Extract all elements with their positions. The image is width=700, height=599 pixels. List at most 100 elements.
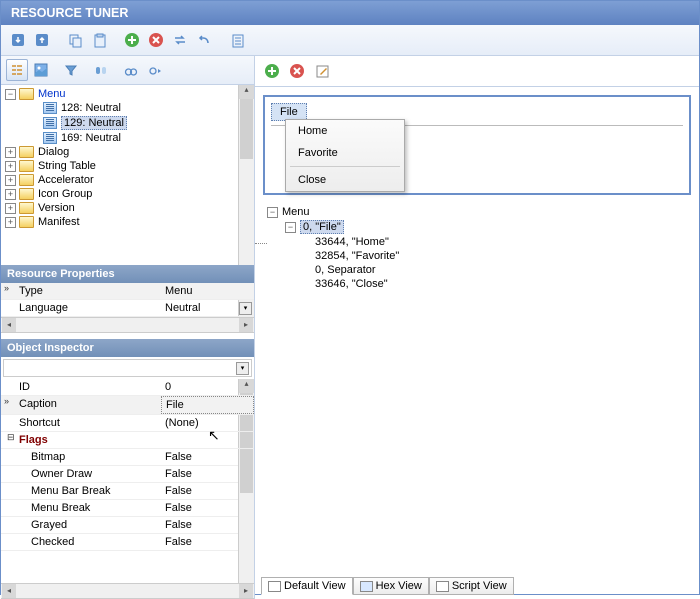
mt-node-sep[interactable]: 0, Separator [315, 264, 376, 276]
add-icon[interactable] [261, 60, 283, 82]
flag-name: Checked [1, 534, 161, 550]
list-icon[interactable] [226, 29, 248, 51]
tree-leaf[interactable]: 169: Neutral [61, 132, 121, 144]
collapse-icon[interactable]: − [267, 207, 278, 218]
find-next-icon[interactable] [144, 59, 166, 81]
scroll-right-icon[interactable]: ▸ [239, 318, 253, 332]
resource-tree[interactable]: ▴ − Menu 128: Neutral 129: Neutral 169: N… [1, 85, 254, 265]
view-tabs: Default View Hex View Script View [261, 577, 514, 595]
folder-icon [19, 216, 34, 228]
paste-icon[interactable] [88, 29, 110, 51]
row-marker-icon: » [4, 396, 9, 406]
expand-icon[interactable]: + [5, 189, 16, 200]
delete-icon[interactable] [286, 60, 308, 82]
replace-icon[interactable] [169, 29, 191, 51]
menu-structure-tree[interactable]: −Menu −0, "File" 33644, "Home" 32854, "F… [263, 205, 691, 291]
flag-value[interactable]: False [161, 449, 254, 465]
prop-value[interactable]: Neutral▾ [161, 300, 254, 316]
mt-root[interactable]: Menu [282, 206, 310, 218]
tree-sibling[interactable]: Accelerator [38, 174, 94, 186]
resource-icon [43, 117, 57, 129]
props-hscroll[interactable]: ◂▸ [1, 317, 254, 333]
image-view-icon[interactable] [30, 59, 52, 81]
folder-open-icon [19, 88, 34, 100]
tree-sibling[interactable]: Version [38, 202, 75, 214]
inspector-selector[interactable]: ▾ [3, 359, 252, 377]
inspector-hscroll[interactable]: ◂▸ [1, 583, 254, 599]
tab-icon [268, 581, 281, 592]
popup-item-close[interactable]: Close [286, 169, 404, 191]
collapse-icon[interactable]: − [5, 89, 16, 100]
flag-name: Menu Bar Break [1, 483, 161, 499]
resource-props-table: ▴ »TypeMenu LanguageNeutral▾ [1, 283, 254, 317]
tree-toolbar [1, 56, 254, 85]
flag-value[interactable]: False [161, 517, 254, 533]
tree-sibling[interactable]: Dialog [38, 146, 69, 158]
menu-preview-area: File Home Favorite Close −Menu −0, "File… [255, 87, 699, 299]
tab-hex-view[interactable]: Hex View [353, 577, 429, 595]
popup-separator [290, 166, 400, 167]
mt-node-favorite[interactable]: 32854, "Favorite" [315, 250, 399, 262]
copy-icon[interactable] [64, 29, 86, 51]
expand-icon[interactable]: + [5, 175, 16, 186]
mt-node-file[interactable]: 0, "File" [300, 220, 344, 234]
resource-icon [43, 132, 57, 144]
dropdown-icon[interactable]: ▾ [236, 362, 249, 375]
insp-value[interactable]: 0 [161, 379, 254, 395]
tab-icon [436, 581, 449, 592]
insp-name: ID [1, 379, 161, 395]
resource-props-header: Resource Properties [1, 265, 254, 283]
tree-leaf-selected[interactable]: 129: Neutral [61, 116, 127, 130]
flag-value[interactable]: False [161, 483, 254, 499]
scroll-thumb[interactable] [240, 99, 253, 159]
prop-name: Language [1, 300, 161, 316]
scroll-left-icon[interactable]: ◂ [2, 318, 16, 332]
expand-icon[interactable]: + [5, 217, 16, 228]
tree-leaf[interactable]: 128: Neutral [61, 102, 121, 114]
undo-icon[interactable] [193, 29, 215, 51]
expand-icon[interactable]: + [5, 203, 16, 214]
insp-value-editing[interactable]: File [161, 396, 254, 414]
toggle-icon[interactable] [90, 59, 112, 81]
tab-default-view[interactable]: Default View [261, 577, 353, 595]
row-marker-icon: » [4, 283, 9, 293]
edit-icon[interactable] [311, 60, 333, 82]
tree-view-icon[interactable] [6, 59, 28, 81]
right-toolbar [255, 56, 699, 87]
expand-icon[interactable]: + [5, 147, 16, 158]
popup-item-home[interactable]: Home [286, 120, 404, 142]
tree-root[interactable]: Menu [38, 88, 66, 100]
flag-value[interactable]: False [161, 534, 254, 550]
upload-icon[interactable] [31, 29, 53, 51]
tree-vscroll[interactable]: ▴ [238, 85, 254, 265]
popup-item-favorite[interactable]: Favorite [286, 142, 404, 164]
download-icon[interactable] [7, 29, 29, 51]
main-toolbar [1, 25, 699, 56]
popup-menu: Home Favorite Close [285, 119, 405, 192]
prop-value[interactable]: Menu [161, 283, 254, 299]
title-bar: RESOURCE TUNER [1, 1, 699, 25]
scroll-left-icon[interactable]: ◂ [2, 584, 16, 598]
tree-sibling[interactable]: Manifest [38, 216, 80, 228]
tree-sibling[interactable]: Icon Group [38, 188, 92, 200]
scroll-up-icon[interactable]: ▴ [239, 85, 254, 99]
binoculars-icon[interactable] [120, 59, 142, 81]
mt-node-close[interactable]: 33646, "Close" [315, 278, 388, 290]
flag-value[interactable]: False [161, 466, 254, 482]
flag-value[interactable]: False [161, 500, 254, 516]
mt-node-home[interactable]: 33644, "Home" [315, 236, 389, 248]
expand-icon[interactable]: ⊟ [7, 432, 15, 443]
insp-name: Shortcut [1, 415, 161, 431]
insp-value[interactable]: (None) [161, 415, 254, 431]
collapse-icon[interactable]: − [285, 222, 296, 233]
tree-sibling[interactable]: String Table [38, 160, 96, 172]
right-panel: File Home Favorite Close −Menu −0, "File… [255, 56, 699, 599]
expand-icon[interactable]: + [5, 161, 16, 172]
dropdown-icon[interactable]: ▾ [239, 302, 252, 315]
tab-script-view[interactable]: Script View [429, 577, 514, 595]
add-icon[interactable] [121, 29, 143, 51]
delete-icon[interactable] [145, 29, 167, 51]
filter-icon[interactable] [60, 59, 82, 81]
scroll-right-icon[interactable]: ▸ [239, 584, 253, 598]
folder-icon [19, 160, 34, 172]
